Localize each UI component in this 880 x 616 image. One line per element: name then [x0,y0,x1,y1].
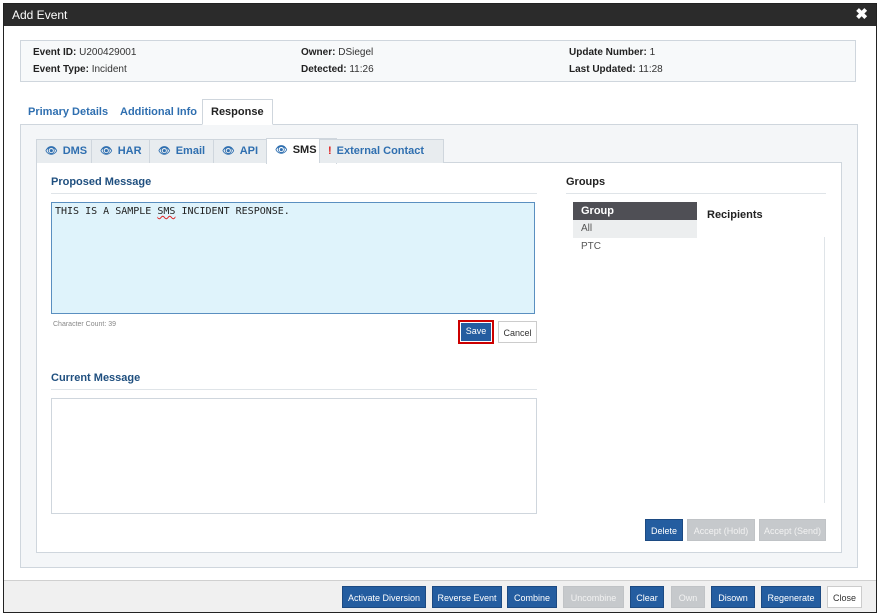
clear-button[interactable]: Clear [630,586,664,608]
tab-response[interactable]: Response [202,99,273,125]
group-list-empty-area [573,256,697,488]
update-number: Update Number: 1 [569,47,655,58]
eye-icon: 👁 [158,146,171,157]
owner: Owner: DSiegel [301,47,373,58]
dialog-title: Add Event [12,8,68,22]
proposed-text-before: THIS IS A SAMPLE [55,206,158,217]
regenerate-button[interactable]: Regenerate [761,586,821,608]
group-item-ptc[interactable]: PTC [573,238,697,256]
uncombine-button[interactable]: Uncombine [563,586,624,608]
current-divider [51,389,537,390]
group-list: Group All PTC [573,202,697,488]
proposed-text-after: INCIDENT RESPONSE. [175,206,290,217]
last-updated-label: Last Updated: [569,64,636,75]
proposed-text-misspelled: SMS [157,206,176,217]
reverse-event-button[interactable]: Reverse Event [432,586,502,608]
own-button[interactable]: Own [671,586,705,608]
eye-icon: 👁 [222,146,235,157]
update-number-value: 1 [649,47,656,58]
proposed-message-title: Proposed Message [51,176,152,188]
group-item-all[interactable]: All [573,220,697,238]
add-event-dialog: Add Event ✖ Event ID: U200429001 Event T… [3,3,877,613]
tab-api-label: API [239,145,259,157]
detected-label: Detected: [301,64,347,75]
groups-title: Groups [566,176,606,188]
close-icon[interactable]: ✖ [855,4,868,26]
exclamation-icon: ! [328,145,332,157]
proposed-message-textarea[interactable]: THIS IS A SAMPLE SMS INCIDENT RESPONSE. [51,202,535,314]
last-updated: Last Updated: 11:28 [569,64,663,75]
recipients-title: Recipients [707,209,763,221]
accept-send-button[interactable]: Accept (Send) [759,519,826,541]
proposed-divider [51,193,537,194]
delete-button[interactable]: Delete [645,519,683,541]
event-type: Event Type: Incident [33,64,127,75]
update-number-label: Update Number: [569,47,647,58]
disown-button[interactable]: Disown [711,586,755,608]
tab-additional-info[interactable]: Additional Info [112,100,205,124]
tab-sms-label: SMS [292,144,317,156]
event-type-label: Event Type: [33,64,89,75]
event-id: Event ID: U200429001 [33,47,136,58]
event-id-label: Event ID: [33,47,77,58]
event-info-panel: Event ID: U200429001 Event Type: Inciden… [20,40,856,82]
character-count: Character Count: 39 [53,321,117,328]
dialog-titlebar: Add Event ✖ [4,4,876,26]
cancel-button[interactable]: Cancel [498,321,537,343]
tab-primary-details[interactable]: Primary Details [20,100,116,124]
recipients-scrollbar[interactable] [824,237,825,503]
event-id-value: U200429001 [79,47,137,58]
eye-icon: 👁 [100,146,113,157]
owner-label: Owner: [301,47,336,58]
detected-value: 11:26 [349,64,374,75]
tab-external-contact-label: External Contact [336,145,425,157]
last-updated-value: 11:28 [638,64,663,75]
combine-button[interactable]: Combine [507,586,557,608]
groups-divider [566,193,826,194]
activate-diversion-button[interactable]: Activate Diversion [342,586,426,608]
event-type-value: Incident [91,64,127,75]
accept-hold-button[interactable]: Accept (Hold) [687,519,755,541]
tab-har-label: HAR [117,145,142,157]
group-column-header: Group [573,202,697,220]
current-message-box [51,398,537,514]
owner-value: DSiegel [338,47,374,58]
tab-external-contact[interactable]: ! External Contact [319,139,444,163]
dialog-footer: Activate Diversion Reverse Event Combine… [4,580,876,612]
tab-dms-label: DMS [62,145,88,157]
close-button[interactable]: Close [827,586,862,608]
save-button[interactable]: Save [458,320,494,344]
eye-icon: 👁 [45,146,58,157]
tab-email-label: Email [175,145,206,157]
current-message-title: Current Message [51,372,141,384]
detected: Detected: 11:26 [301,64,374,75]
eye-icon: 👁 [275,145,288,156]
